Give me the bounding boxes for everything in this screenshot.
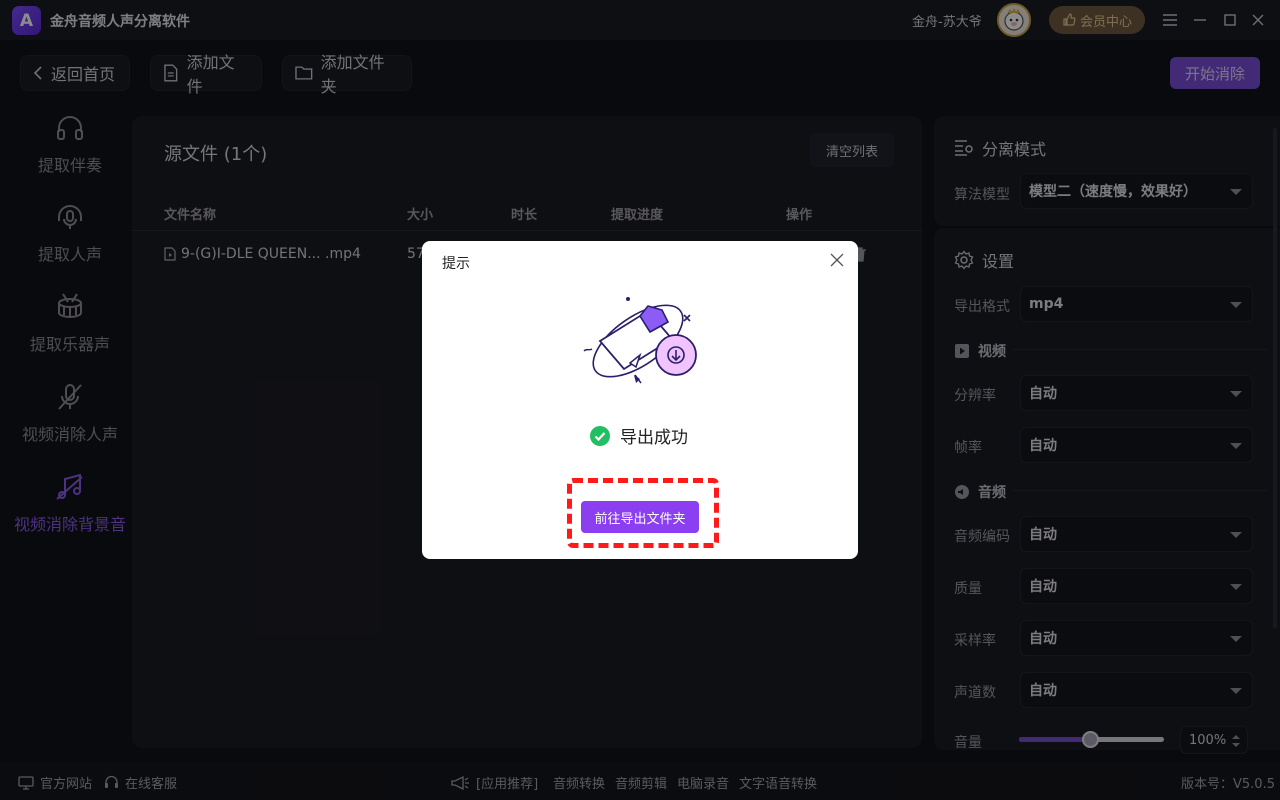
export-illustration: [580, 291, 700, 403]
open-export-folder-button[interactable]: 前往导出文件夹: [581, 501, 699, 533]
dialog-title: 提示: [442, 256, 470, 272]
dialog-close-button[interactable]: [830, 253, 844, 267]
export-dialog: 提示 导出成功 前往导出文件夹: [422, 241, 858, 559]
folder-export-illustration-icon: [583, 297, 697, 384]
close-icon: [830, 253, 844, 267]
check-circle-icon: [590, 425, 610, 446]
success-text: 导出成功: [620, 428, 688, 448]
success-message: 导出成功: [590, 423, 688, 448]
